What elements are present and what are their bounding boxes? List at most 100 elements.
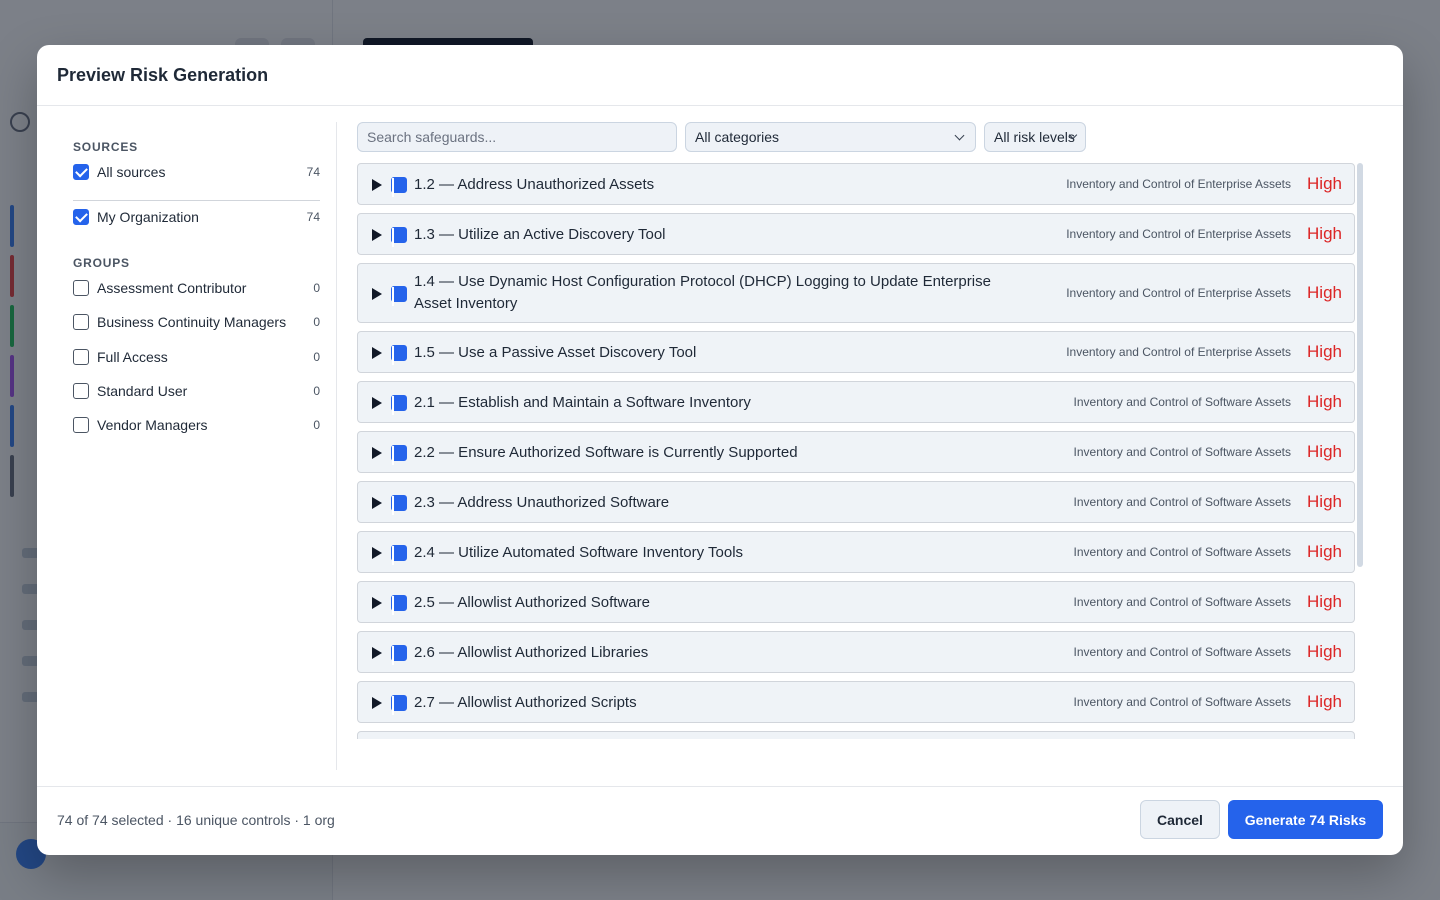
checkbox[interactable] [391, 286, 407, 302]
selection-summary: 74 of 74 selected · 16 unique controls ·… [57, 812, 335, 828]
list-scrollbar[interactable] [1357, 163, 1363, 567]
safeguard-title: 1.4 — Use Dynamic Host Configuration Pro… [414, 273, 991, 312]
checkbox[interactable] [391, 445, 407, 461]
filter-label: Assessment Contributor [97, 280, 247, 296]
checkbox[interactable] [73, 417, 89, 433]
expand-caret-icon[interactable] [372, 547, 382, 559]
safeguard-category: Inventory and Control of Software Assets [1073, 645, 1291, 659]
filter-group-assessment-contributor[interactable]: Assessment Contributor 0 [73, 277, 320, 299]
safeguard-category: Inventory and Control of Software Assets [1073, 695, 1291, 709]
safeguard-list[interactable]: 1.2 — Address Unauthorized Assets Invento… [357, 163, 1363, 739]
checkbox[interactable] [73, 209, 89, 225]
filter-count: 0 [313, 350, 320, 364]
risk-level-badge: High [1307, 692, 1342, 711]
expand-caret-icon[interactable] [372, 179, 382, 191]
expand-caret-icon[interactable] [372, 497, 382, 509]
checkbox[interactable] [73, 164, 89, 180]
risk-level-badge: High [1307, 642, 1342, 661]
filter-group-business-continuity-managers[interactable]: Business Continuity Managers 0 [73, 311, 320, 333]
safeguard-title: 1.3 — Utilize an Active Discovery Tool [414, 226, 666, 243]
safeguard-row[interactable]: 2.6 — Allowlist Authorized Libraries Inve… [357, 631, 1355, 673]
checkbox[interactable] [391, 395, 407, 411]
safeguard-category: Inventory and Control of Enterprise Asse… [1066, 227, 1291, 241]
expand-caret-icon[interactable] [372, 347, 382, 359]
safeguard-row[interactable] [357, 731, 1355, 739]
filter-label: My Organization [97, 209, 199, 225]
safeguard-category: Inventory and Control of Enterprise Asse… [1066, 345, 1291, 359]
checkbox[interactable] [391, 227, 407, 243]
safeguard-title: 2.2 — Ensure Authorized Software is Curr… [414, 444, 798, 461]
safeguard-row[interactable]: 2.2 — Ensure Authorized Software is Curr… [357, 431, 1355, 473]
sources-heading: SOURCES [73, 140, 138, 154]
checkbox[interactable] [391, 695, 407, 711]
checkbox[interactable] [391, 645, 407, 661]
safeguard-row[interactable]: 1.5 — Use a Passive Asset Discovery Tool… [357, 331, 1355, 373]
safeguard-title: 1.5 — Use a Passive Asset Discovery Tool [414, 344, 697, 361]
preview-risk-modal: Preview Risk Generation SOURCES All sour… [37, 45, 1403, 855]
filter-group-standard-user[interactable]: Standard User 0 [73, 380, 320, 402]
risk-level-badge: High [1307, 492, 1342, 511]
safeguard-title: 2.4 — Utilize Automated Software Invento… [414, 544, 744, 561]
safeguard-category: Inventory and Control of Enterprise Asse… [1066, 286, 1291, 300]
checkbox[interactable] [391, 495, 407, 511]
filter-group-vendor-managers[interactable]: Vendor Managers 0 [73, 414, 320, 436]
checkbox[interactable] [73, 314, 89, 330]
safeguard-title: 2.1 — Establish and Maintain a Software … [414, 394, 751, 411]
checkbox[interactable] [73, 280, 89, 296]
safeguard-category: Inventory and Control of Software Assets [1073, 445, 1291, 459]
filter-all-sources[interactable]: All sources 74 [73, 161, 320, 183]
expand-caret-icon[interactable] [372, 288, 382, 300]
filter-label: Standard User [97, 383, 188, 399]
expand-caret-icon[interactable] [372, 647, 382, 659]
generate-risks-button[interactable]: Generate 74 Risks [1228, 800, 1383, 839]
safeguard-row[interactable]: 2.5 — Allowlist Authorized Software Inven… [357, 581, 1355, 623]
checkbox[interactable] [391, 595, 407, 611]
risk-level-select[interactable]: All risk levels [984, 122, 1086, 152]
checkbox[interactable] [391, 177, 407, 193]
safeguard-row[interactable]: 1.4 — Use Dynamic Host Configuration Pro… [357, 263, 1355, 323]
risk-level-badge: High [1307, 442, 1342, 461]
safeguard-title: 2.5 — Allowlist Authorized Software [414, 594, 650, 611]
safeguard-row[interactable]: 2.7 — Allowlist Authorized Scripts Invent… [357, 681, 1355, 723]
risk-level-badge: High [1307, 542, 1342, 561]
expand-caret-icon[interactable] [372, 397, 382, 409]
filter-label: Business Continuity Managers [97, 314, 287, 330]
safeguard-category: Inventory and Control of Software Assets [1073, 395, 1291, 409]
safeguard-category: Inventory and Control of Software Assets [1073, 495, 1291, 509]
groups-heading: GROUPS [73, 256, 130, 270]
safeguard-title: 2.3 — Address Unauthorized Software [414, 494, 670, 511]
safeguard-category: Inventory and Control of Enterprise Asse… [1066, 177, 1291, 191]
category-select[interactable]: All categories [685, 122, 976, 152]
risk-select-value: All risk levels [994, 129, 1075, 145]
expand-caret-icon[interactable] [372, 597, 382, 609]
safeguard-row[interactable]: 2.1 — Establish and Maintain a Software … [357, 381, 1355, 423]
checkbox[interactable] [73, 349, 89, 365]
expand-caret-icon[interactable] [372, 447, 382, 459]
safeguard-category: Inventory and Control of Software Assets [1073, 545, 1291, 559]
filter-count: 0 [313, 315, 320, 329]
expand-caret-icon[interactable] [372, 697, 382, 709]
safeguard-search-input[interactable] [357, 122, 677, 152]
expand-caret-icon[interactable] [372, 229, 382, 241]
filter-count: 74 [306, 210, 320, 224]
filter-count: 0 [313, 281, 320, 295]
filter-count: 74 [306, 165, 320, 179]
cancel-button[interactable]: Cancel [1140, 800, 1220, 839]
checkbox[interactable] [73, 383, 89, 399]
safeguard-title: 2.6 — Allowlist Authorized Libraries [414, 644, 649, 661]
filter-count: 0 [313, 418, 320, 432]
filter-label: Vendor Managers [97, 417, 208, 433]
filter-group-full-access[interactable]: Full Access 0 [73, 346, 320, 368]
safeguard-row[interactable]: 2.4 — Utilize Automated Software Invento… [357, 531, 1355, 573]
safeguard-row[interactable]: 2.3 — Address Unauthorized Software Inven… [357, 481, 1355, 523]
safeguard-row[interactable]: 1.2 — Address Unauthorized Assets Invento… [357, 163, 1355, 205]
filter-my-organization[interactable]: My Organization 74 [73, 206, 320, 228]
modal-title: Preview Risk Generation [57, 64, 269, 85]
source-filter-panel: SOURCES All sources 74 My Organization 7… [57, 122, 337, 770]
checkbox[interactable] [391, 545, 407, 561]
safeguard-row[interactable]: 1.3 — Utilize an Active Discovery Tool In… [357, 213, 1355, 255]
modal-header: Preview Risk Generation [37, 45, 1403, 106]
chevron-down-icon [954, 130, 965, 141]
checkbox[interactable] [391, 345, 407, 361]
filter-label: Full Access [97, 349, 168, 365]
